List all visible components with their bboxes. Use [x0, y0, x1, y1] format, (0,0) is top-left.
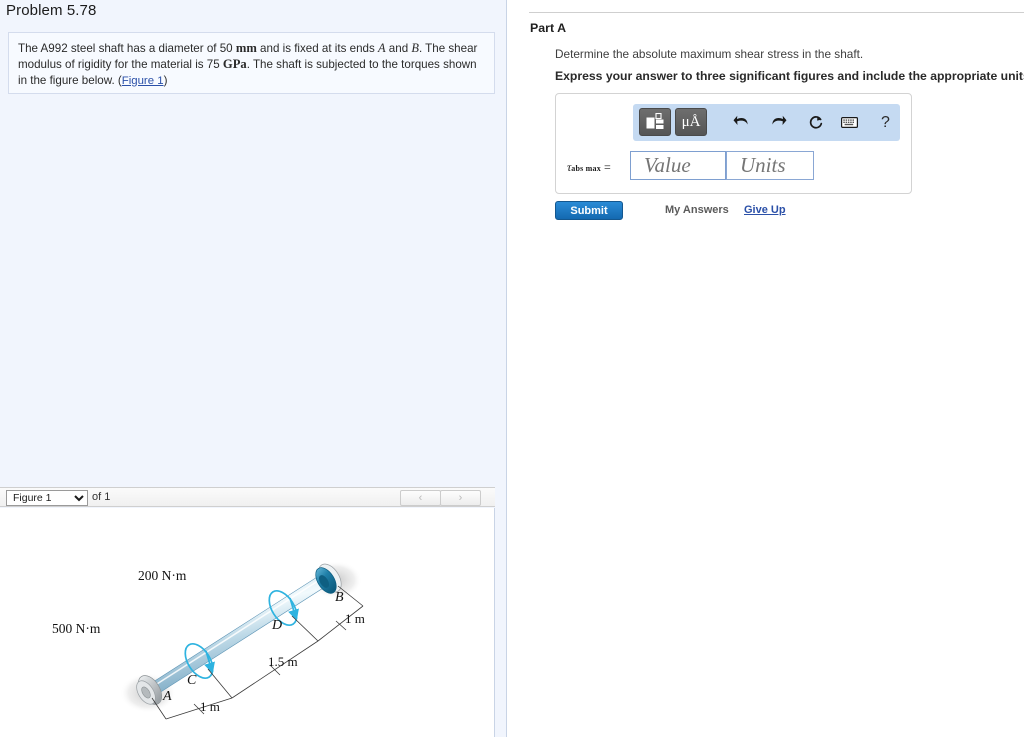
part-question-text: Determine the absolute maximum shear str…	[555, 47, 864, 61]
figure-toolbar: Figure 1 of 1 ‹ ›	[0, 487, 495, 507]
section-divider	[529, 12, 1024, 13]
answer-symbol-label: τabs max =	[567, 160, 611, 175]
redo-glyph	[772, 115, 787, 125]
page-title: Problem 5.78	[6, 2, 97, 19]
submit-button-label: Submit	[570, 204, 608, 217]
keyboard-icon[interactable]	[837, 110, 862, 135]
left-panel: Problem 5.78 The A992 steel shaft has a …	[0, 0, 507, 737]
label-point-c: C	[187, 673, 197, 688]
right-panel: Part A Determine the absolute maximum sh…	[508, 0, 1024, 737]
keyboard-glyph	[841, 117, 858, 128]
answer-entry-box: μÅ ? τabs max = Value Units	[555, 93, 912, 194]
help-icon[interactable]: ?	[873, 110, 898, 135]
label-dim-db: 1 m	[345, 611, 365, 626]
statement-unit-gpa: GPa	[222, 56, 247, 71]
page-root: Problem 5.78 The A992 steel shaft has a …	[0, 0, 1024, 737]
figure-select[interactable]: Figure 1	[6, 490, 88, 506]
undo-icon[interactable]	[729, 110, 754, 135]
dimension-lines	[151, 585, 364, 720]
statement-part-2: and is fixed at its ends	[256, 42, 378, 55]
statement-label-a: A	[378, 41, 386, 55]
shaft-diagram: 500 N·m 200 N·m A B C D 1 m 1.5 m 1 m	[52, 561, 365, 720]
value-input[interactable]	[630, 151, 726, 180]
problem-statement-text: The A992 steel shaft has a diameter of 5…	[18, 41, 486, 88]
help-glyph-label: ?	[881, 113, 890, 131]
label-torque-left: 500 N·m	[52, 621, 101, 636]
give-up-link[interactable]: Give Up	[744, 204, 786, 216]
chevron-right-icon: ›	[458, 492, 463, 504]
part-instruction-text: Express your answer to three significant…	[555, 69, 1024, 83]
units-icon[interactable]: μÅ	[675, 108, 707, 136]
label-dim-cd: 1.5 m	[268, 654, 298, 669]
template-icon[interactable]	[639, 108, 671, 136]
submit-button[interactable]: Submit	[555, 201, 623, 220]
figure-count-label: of 1	[92, 491, 111, 503]
redo-icon[interactable]	[766, 110, 791, 135]
undo-glyph	[733, 115, 748, 125]
part-label: Part A	[530, 21, 567, 35]
reset-icon[interactable]	[803, 110, 828, 135]
statement-label-b: B	[411, 41, 419, 55]
statement-part-6: )	[163, 73, 168, 87]
answer-toolbar: μÅ ?	[633, 104, 900, 141]
label-torque-right: 200 N·m	[138, 568, 187, 583]
template-glyph	[646, 113, 663, 129]
figure-canvas[interactable]: 500 N·m 200 N·m A B C D 1 m 1.5 m 1 m	[0, 508, 495, 737]
equals-sign: =	[603, 160, 611, 174]
reset-glyph	[809, 115, 822, 129]
statement-part-3: and	[385, 42, 412, 55]
units-glyph-label: μÅ	[681, 113, 701, 130]
figure-prev-button[interactable]: ‹	[400, 490, 441, 506]
label-point-d: D	[271, 618, 282, 633]
chevron-left-icon: ‹	[418, 492, 423, 504]
label-point-b: B	[335, 590, 344, 605]
statement-unit-mm: mm	[235, 41, 257, 55]
units-input[interactable]	[726, 151, 814, 180]
shaft-body	[149, 571, 332, 696]
figure-next-button[interactable]: ›	[440, 490, 481, 506]
label-point-a: A	[162, 689, 172, 704]
problem-statement-box: The A992 steel shaft has a diameter of 5…	[8, 32, 495, 94]
label-dim-ac: 1 m	[200, 699, 220, 714]
my-answers-link[interactable]: My Answers	[665, 204, 729, 216]
tau-subscript: abs max	[571, 164, 601, 173]
statement-part-1: The A992 steel shaft has a diameter of 5…	[18, 42, 236, 55]
figure-1-link[interactable]: Figure 1	[122, 75, 164, 87]
